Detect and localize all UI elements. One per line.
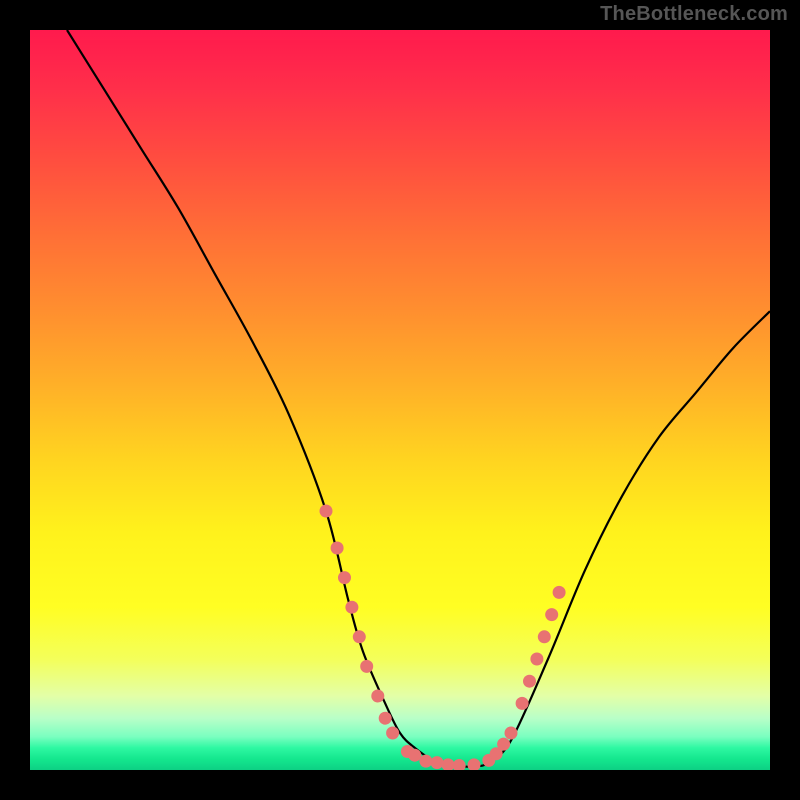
marker-dot — [530, 653, 543, 666]
marker-dot — [545, 608, 558, 621]
marker-dot — [338, 571, 351, 584]
marker-dot — [497, 738, 510, 751]
marker-dot — [353, 630, 366, 643]
marker-dot — [553, 586, 566, 599]
plot-area — [30, 30, 770, 770]
marker-dot — [442, 758, 455, 770]
watermark-text: TheBottleneck.com — [600, 3, 788, 26]
marker-dot — [360, 660, 373, 673]
marker-dot — [419, 755, 432, 768]
marker-dot — [468, 758, 481, 770]
marker-dot — [516, 697, 529, 710]
curve-line — [67, 30, 770, 767]
marker-dot — [505, 727, 518, 740]
marker-dot — [320, 505, 333, 518]
marker-dot — [371, 690, 384, 703]
marker-dot — [538, 630, 551, 643]
marker-dot — [431, 756, 444, 769]
curve-highlight-markers — [320, 505, 566, 771]
marker-dot — [453, 759, 466, 770]
marker-dot — [386, 727, 399, 740]
marker-dot — [345, 601, 358, 614]
chart-svg — [30, 30, 770, 770]
marker-dot — [379, 712, 392, 725]
marker-dot — [331, 542, 344, 555]
marker-dot — [523, 675, 536, 688]
marker-dot — [408, 749, 421, 762]
